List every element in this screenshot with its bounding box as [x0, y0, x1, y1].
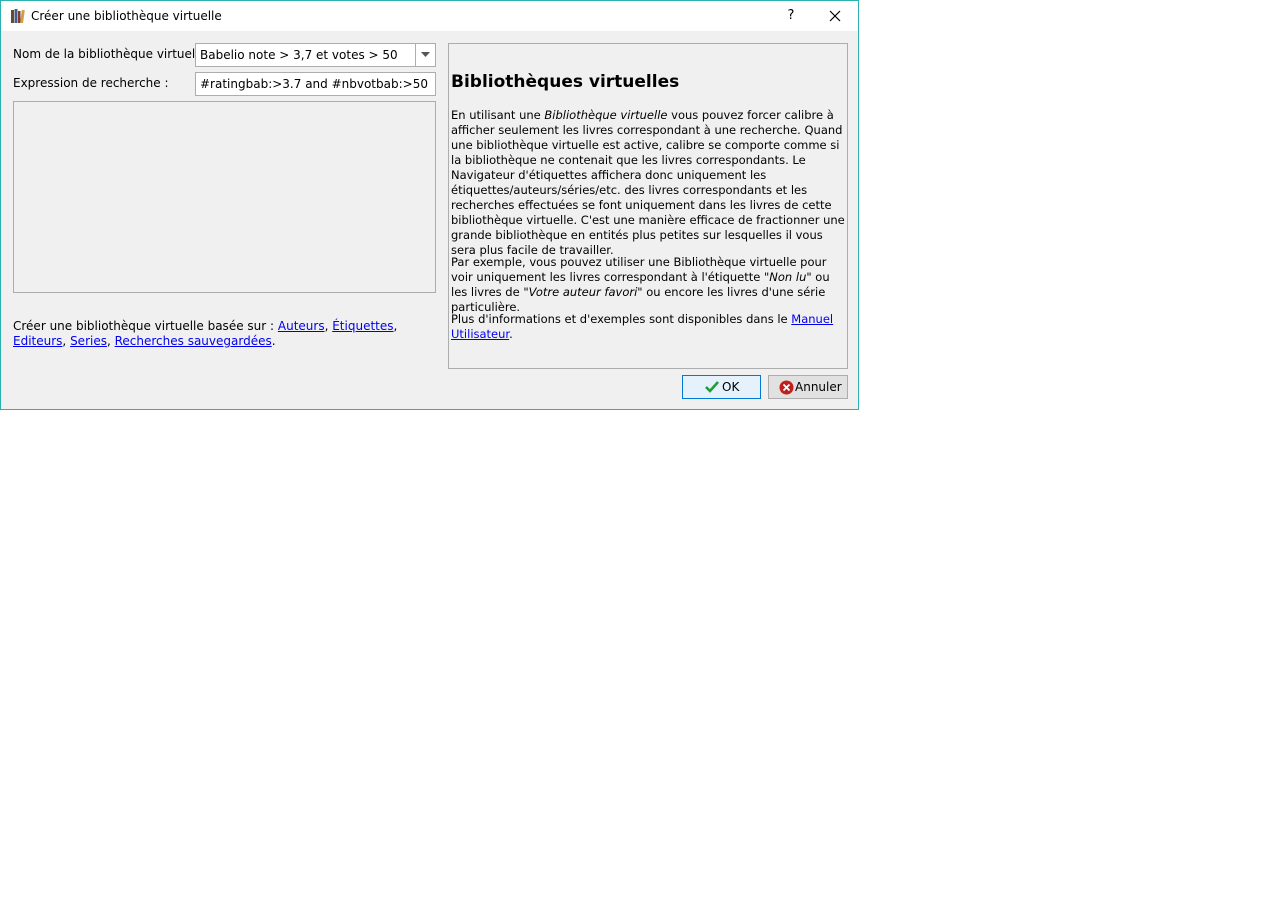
link-authors[interactable]: Auteurs [278, 319, 325, 333]
cancel-label: Annuler [795, 380, 842, 394]
link-tags[interactable]: Étiquettes [332, 319, 393, 333]
create-virtual-library-dialog: Créer une bibliothèque virtuelle ? Nom d… [0, 0, 859, 410]
help-panel: Bibliothèques virtuelles En utilisant un… [448, 43, 848, 369]
based-on-prefix: Créer une bibliothèque virtuelle basée s… [13, 319, 275, 333]
cancel-icon [779, 380, 794, 398]
search-expression-input[interactable]: #ratingbab:>3.7 and #nbvotbab:>50 [195, 72, 436, 96]
link-series[interactable]: Series [70, 334, 107, 348]
help-heading: Bibliothèques virtuelles [451, 72, 680, 92]
link-publishers[interactable]: Editeurs [13, 334, 62, 348]
name-label: Nom de la bibliothèque virtuelle : [13, 47, 214, 61]
help-paragraph-3: Plus d'informations et d'exemples sont d… [451, 312, 834, 341]
preview-area [13, 101, 436, 293]
calibre-books-icon [10, 8, 26, 24]
ok-label: OK [722, 380, 740, 394]
window-title: Créer une bibliothèque virtuelle [31, 9, 222, 23]
help-button[interactable]: ? [769, 1, 813, 31]
help-paragraph-1: En utilisant une Bibliothèque virtuelle … [451, 108, 845, 257]
search-label: Expression de recherche : [13, 76, 169, 90]
help-paragraph-2: Par exemple, vous pouvez utiliser une Bi… [451, 255, 830, 314]
combobox-dropdown-button[interactable] [415, 44, 435, 66]
cancel-button[interactable]: Annuler [768, 375, 848, 399]
close-icon [829, 10, 841, 22]
name-combobox-value: Babelio note > 3,7 et votes > 50 [200, 48, 398, 62]
close-button[interactable] [813, 1, 858, 31]
title-bar: Créer une bibliothèque virtuelle ? [1, 1, 858, 31]
ok-button[interactable]: OK [682, 375, 761, 399]
based-on-text: Créer une bibliothèque virtuelle basée s… [13, 319, 398, 348]
name-combobox[interactable]: Babelio note > 3,7 et votes > 50 [195, 43, 436, 67]
chevron-down-icon [421, 52, 430, 57]
checkmark-icon [705, 381, 719, 396]
search-expression-value: #ratingbab:>3.7 and #nbvotbab:>50 [200, 77, 428, 91]
link-saved-searches[interactable]: Recherches sauvegardées [115, 334, 272, 348]
